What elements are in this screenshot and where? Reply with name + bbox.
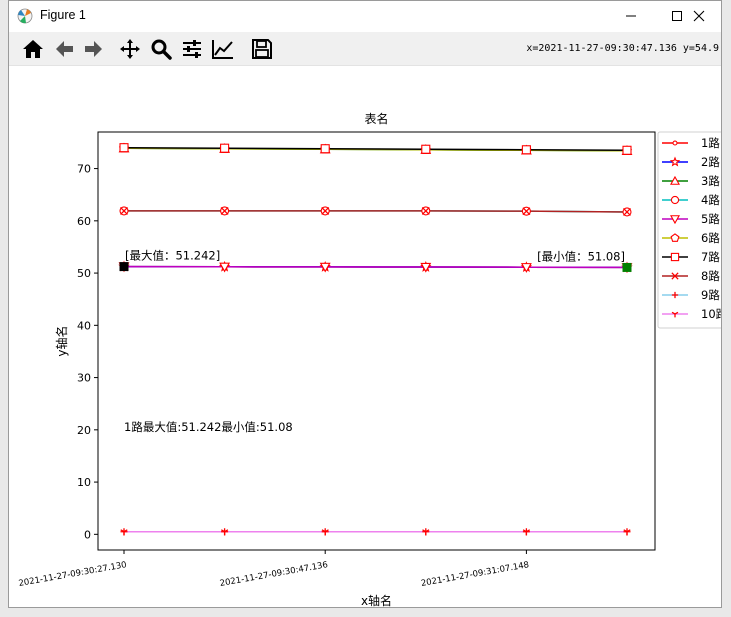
- back-icon: [56, 41, 73, 57]
- y-tick-label: 40: [77, 319, 91, 332]
- min-point-marker: [622, 262, 632, 272]
- navigation-toolbar: x=2021-11-27-09:30:47.136 y=54.9: [9, 32, 721, 66]
- minimize-button[interactable]: [608, 1, 654, 31]
- min-value-annotation: [最小值：51.08]: [537, 249, 625, 263]
- legend-marker-7: [670, 252, 680, 262]
- y-tick-label: 10: [77, 476, 91, 489]
- forward-icon: [85, 41, 102, 57]
- legend-label-5: 5路: [701, 212, 720, 226]
- home-button[interactable]: [20, 36, 46, 62]
- home-icon: [23, 40, 43, 58]
- zoom-icon: [151, 39, 172, 60]
- y-tick-label: 0: [84, 528, 91, 541]
- legend-marker-4: [670, 195, 680, 205]
- y-tick-label: 30: [77, 372, 91, 385]
- data-point-7: [622, 145, 632, 155]
- y-tick-label: 50: [77, 267, 91, 280]
- chart-canvas[interactable]: 0 10 20 30 40 50 60 70 2021-11-27-09:30:27.130 20…: [9, 66, 721, 608]
- plot-area: [97, 131, 656, 551]
- summary-annotation: 1路最大值:51.242最小值:51.08: [124, 420, 293, 434]
- configure-subplots-icon: [183, 40, 201, 58]
- legend-label-9: 9路: [701, 288, 720, 302]
- figure-window: Figure 1 x=2021-11-27-09:30:47.136 y=54.…: [8, 0, 722, 608]
- series-line-5: [123, 265, 628, 269]
- legend-label-2: 2路: [701, 155, 720, 169]
- legend-marker-1: [672, 140, 678, 146]
- edit-axis-icon: [212, 40, 233, 59]
- data-point-7: [521, 145, 531, 155]
- y-tick-label: 70: [77, 163, 91, 176]
- edit-axis-button[interactable]: [210, 36, 236, 62]
- data-point-7: [119, 143, 129, 153]
- x-tick-label: 2021-11-27-09:30:27.130: [18, 560, 128, 589]
- y-tick-label: 60: [77, 215, 91, 228]
- forward-button[interactable]: [81, 36, 107, 62]
- y-tick-label: 20: [77, 424, 91, 437]
- pan-icon: [120, 39, 140, 59]
- configure-subplots-button[interactable]: [179, 36, 205, 62]
- close-button[interactable]: [676, 1, 722, 31]
- data-point-7: [320, 144, 330, 154]
- matplotlib-logo-icon: [17, 8, 33, 24]
- max-value-annotation: [最大值：51.242]: [125, 249, 220, 263]
- legend-label-3: 3路: [701, 174, 720, 188]
- save-button[interactable]: [249, 36, 275, 62]
- cursor-coordinates: x=2021-11-27-09:30:47.136 y=54.9: [526, 43, 719, 54]
- legend-label-6: 6路: [701, 231, 720, 245]
- data-point-7: [220, 143, 230, 153]
- legend-label-7: 7路: [701, 250, 720, 264]
- legend-label-4: 4路: [701, 193, 720, 207]
- max-point-marker: [119, 262, 129, 272]
- legend-label-1: 1路: [701, 136, 720, 150]
- minimize-icon: [626, 15, 636, 17]
- legend-label-8: 8路: [701, 269, 720, 283]
- x-tick-label: 2021-11-27-09:30:47.136: [219, 560, 329, 589]
- y-axis-label: y轴名: [54, 325, 69, 356]
- window-title: Figure 1: [40, 8, 86, 22]
- chart-title: 表名: [364, 111, 388, 126]
- save-icon: [252, 39, 272, 59]
- data-point-7: [421, 144, 431, 154]
- back-button[interactable]: [51, 36, 77, 62]
- x-tick-label: 2021-11-27-09:31:07.148: [420, 560, 530, 589]
- pan-button[interactable]: [117, 36, 143, 62]
- legend-label-10: 10路: [701, 307, 721, 321]
- x-axis-label: x轴名: [361, 593, 392, 608]
- zoom-button[interactable]: [148, 36, 174, 62]
- title-bar: Figure 1: [9, 1, 721, 31]
- close-icon: [693, 10, 705, 22]
